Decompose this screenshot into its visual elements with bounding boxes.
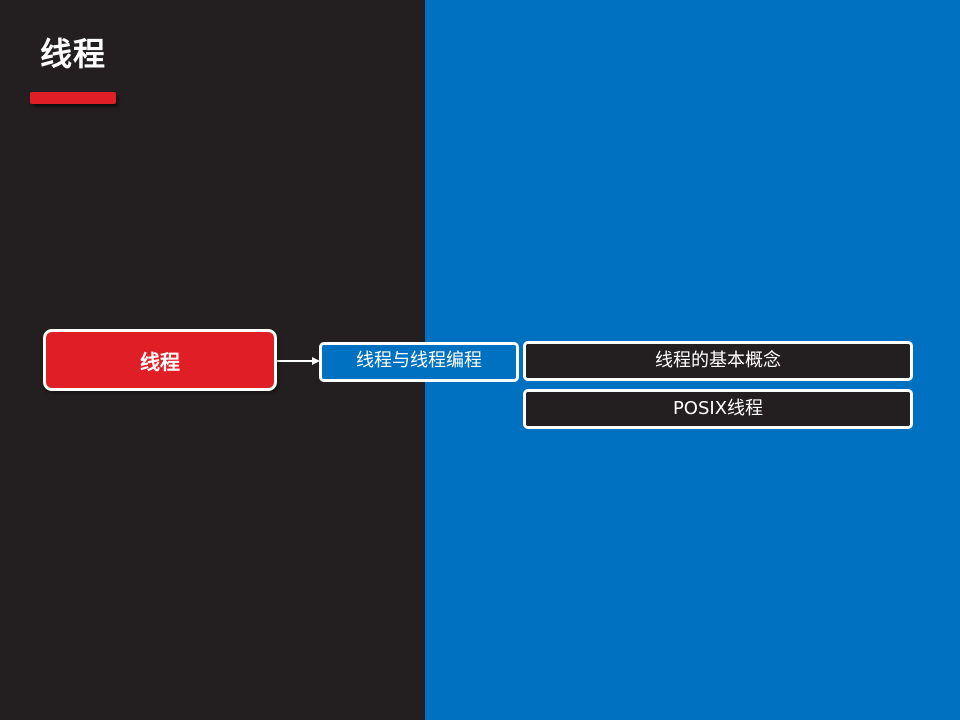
diagram-node-root: 线程 <box>43 329 277 391</box>
diagram-node-leaf-posix-threads: POSIX线程 <box>523 389 913 429</box>
diagram-node-branch: 线程与线程编程 <box>319 342 519 382</box>
diagram-node-leaf-basic-concepts: 线程的基本概念 <box>523 341 913 381</box>
